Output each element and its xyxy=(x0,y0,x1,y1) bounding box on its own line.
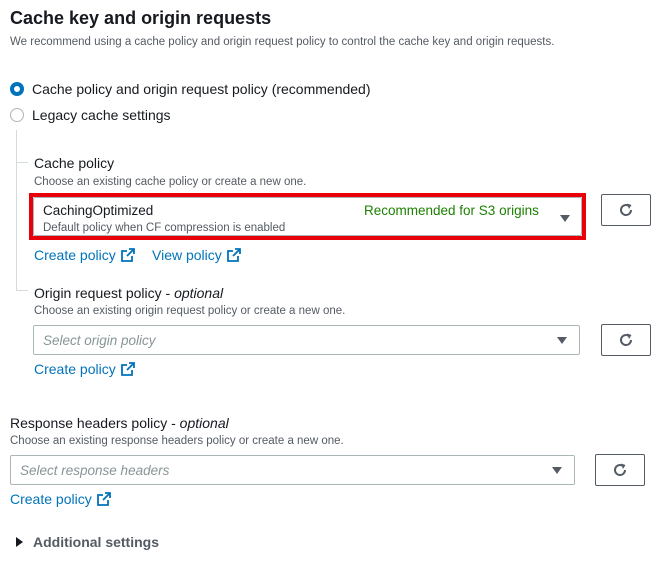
cache-policy-description: Choose an existing cache policy or creat… xyxy=(34,176,307,188)
create-response-headers-policy-link[interactable]: Create policy xyxy=(10,491,111,507)
create-origin-request-policy-link[interactable]: Create policy xyxy=(34,361,135,377)
origin-request-policy-description: Choose an existing origin request policy… xyxy=(34,305,346,317)
origin-request-policy-label: Origin request policy - optional xyxy=(34,285,224,301)
origin-request-policy-optional: optional xyxy=(174,285,224,301)
create-cache-policy-label: Create policy xyxy=(34,247,116,263)
origin-request-policy-refresh-button[interactable] xyxy=(601,324,651,356)
caret-down-icon xyxy=(557,337,567,344)
response-headers-policy-select[interactable]: Select response headers xyxy=(10,455,575,485)
create-response-headers-policy-label: Create policy xyxy=(10,491,92,507)
tree-connector-branch-origin xyxy=(16,290,28,291)
view-cache-policy-label: View policy xyxy=(152,247,222,263)
response-headers-policy-optional: optional xyxy=(179,415,229,431)
additional-settings-label: Additional settings xyxy=(33,534,159,550)
create-origin-request-policy-label: Create policy xyxy=(34,361,116,377)
external-link-icon xyxy=(226,248,241,262)
cache-policy-label: Cache policy xyxy=(34,155,115,171)
caret-down-icon xyxy=(552,467,562,474)
response-headers-policy-placeholder: Select response headers xyxy=(20,463,170,478)
section-description: We recommend using a cache policy and or… xyxy=(10,36,555,48)
origin-request-policy-placeholder: Select origin policy xyxy=(43,333,156,348)
refresh-icon xyxy=(620,203,633,216)
response-headers-policy-label-text: Response headers policy xyxy=(10,415,168,431)
tree-connector-line xyxy=(16,130,17,290)
highlight-annotation-box xyxy=(29,193,586,240)
cache-policy-refresh-button[interactable] xyxy=(601,194,651,226)
radio-button-unchecked[interactable] xyxy=(10,108,24,122)
refresh-icon xyxy=(614,463,627,476)
additional-settings-expander[interactable]: Additional settings xyxy=(16,534,159,550)
tree-connector-branch-cache xyxy=(16,162,28,163)
origin-request-policy-select[interactable]: Select origin policy xyxy=(33,325,580,355)
view-cache-policy-link[interactable]: View policy xyxy=(152,247,241,263)
caret-right-icon xyxy=(16,537,23,547)
radio-option-legacy[interactable]: Legacy cache settings xyxy=(10,107,171,123)
create-cache-policy-link[interactable]: Create policy xyxy=(34,247,135,263)
external-link-icon xyxy=(96,492,111,506)
response-headers-policy-description: Choose an existing response headers poli… xyxy=(10,435,344,447)
radio-label-legacy: Legacy cache settings xyxy=(32,107,171,123)
section-title: Cache key and origin requests xyxy=(10,8,272,28)
origin-request-policy-label-text: Origin request policy xyxy=(34,285,162,301)
response-headers-policy-refresh-button[interactable] xyxy=(595,454,645,486)
external-link-icon xyxy=(120,248,135,262)
external-link-icon xyxy=(120,362,135,376)
radio-button-checked[interactable] xyxy=(10,82,24,96)
radio-option-recommended[interactable]: Cache policy and origin request policy (… xyxy=(10,81,371,97)
response-headers-policy-label: Response headers policy - optional xyxy=(10,415,229,431)
refresh-icon xyxy=(620,333,633,346)
radio-label-recommended: Cache policy and origin request policy (… xyxy=(32,81,371,97)
